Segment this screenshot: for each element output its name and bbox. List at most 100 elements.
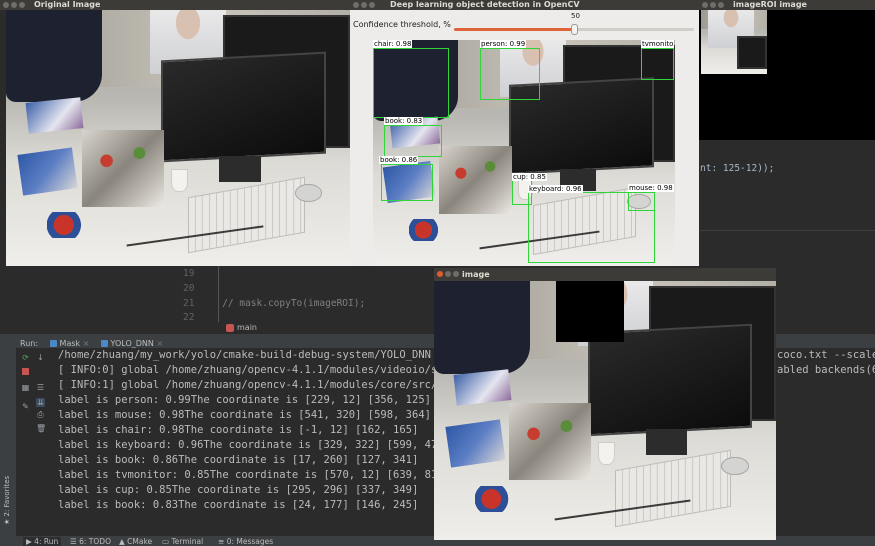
detection-box-book [381, 164, 433, 201]
detection-label: chair: 0.98 [373, 40, 413, 48]
bottom-tab-run[interactable]: ▶ 4: Run [23, 537, 62, 546]
tab-label: 4: Run [34, 537, 59, 546]
trackbar-value: 50 [571, 12, 580, 20]
tab-label: 0: Messages [226, 537, 274, 546]
minimize-icon[interactable] [710, 2, 716, 8]
masked-image [434, 281, 776, 540]
minimize-icon[interactable] [361, 2, 367, 8]
editor-separator [700, 230, 875, 231]
detection-frame-image: chair: 0.98 person: 0.99 tvmonito book: … [373, 40, 675, 266]
editor-line: 19 [183, 268, 433, 279]
detection-label: tvmonito [641, 40, 675, 48]
detection-label: cup: 0.85 [512, 173, 547, 181]
detection-box-mouse [628, 191, 655, 211]
pin-icon[interactable]: ✎ [21, 402, 30, 411]
console-line: label is mouse: 0.98The coordinate is [5… [58, 409, 431, 421]
console-line: [ INFO:0] global /home/zhuang/opencv-4.1… [58, 364, 463, 376]
tab-label: CMake [127, 537, 153, 546]
tab-label: Terminal [171, 537, 204, 546]
console-line: label is keyboard: 0.96The coordinate is… [58, 439, 450, 451]
console-line: [ INFO:1] global /home/zhuang/opencv-4.1… [58, 379, 463, 391]
close-icon[interactable] [437, 271, 443, 277]
window-titlebar[interactable]: imageROI image [699, 0, 875, 10]
maximize-icon[interactable] [369, 2, 375, 8]
close-icon[interactable] [3, 2, 9, 8]
bottom-tab-messages[interactable]: ≡ 0: Messages [218, 537, 273, 546]
camera-frame-image [6, 10, 350, 266]
roi-image [701, 10, 767, 74]
console-line: label is chair: 0.98The coordinate is [-… [58, 424, 419, 436]
slider-handle[interactable] [571, 24, 578, 35]
favorites-tab[interactable]: ★ 2: Favorites [3, 465, 13, 525]
editor-line[interactable]: 21 // mask.copyTo(imageROI); [183, 298, 433, 309]
close-icon[interactable]: × [83, 339, 90, 348]
breadcrumb-label: main [237, 323, 257, 332]
detection-window[interactable]: Deep learning object detection in OpenCV… [350, 0, 699, 266]
tab-label: Mask [59, 339, 81, 348]
detection-label: keyboard: 0.96 [528, 185, 583, 193]
editor-line: 20 [183, 283, 433, 294]
run-label: Run: [20, 339, 39, 348]
console-line: label is person: 0.99The coordinate is [… [58, 394, 431, 406]
run-tab-yolo[interactable]: YOLO_DNN × [101, 339, 163, 348]
tab-label: 6: TODO [79, 537, 111, 546]
soft-wrap-icon[interactable]: ↓ [36, 353, 45, 362]
cmake-icon: ▲ [119, 537, 125, 546]
print-icon[interactable]: ⎙ [36, 410, 45, 419]
bottom-tab-cmake[interactable]: ▲ CMake [119, 537, 152, 546]
maximize-icon[interactable] [718, 2, 724, 8]
trackbar-panel: Confidence threshold, % 50 [350, 10, 699, 40]
close-icon[interactable] [353, 2, 359, 8]
favorites-label: 2: Favorites [3, 475, 11, 517]
image-window[interactable]: image [434, 268, 776, 540]
maximize-icon[interactable] [19, 2, 25, 8]
function-icon [226, 323, 234, 332]
cmake-icon [101, 340, 108, 347]
detection-label: book: 0.83 [384, 117, 424, 125]
roi-black-mask [556, 281, 624, 342]
scroll-end-icon[interactable]: ☰ [36, 383, 45, 392]
window-title: imageROI image [733, 0, 807, 9]
cmake-icon [50, 340, 57, 347]
minimize-icon[interactable] [11, 2, 17, 8]
window-titlebar[interactable]: Original Image [0, 0, 350, 10]
slider-fill [454, 28, 574, 31]
trackbar-label: Confidence threshold, % [353, 20, 451, 29]
window-title: Deep learning object detection in OpenCV [390, 0, 580, 9]
confidence-slider[interactable] [454, 24, 694, 35]
console-line: label is tvmonitor: 0.85The coordinate i… [58, 469, 444, 481]
original-image-window[interactable]: Original Image [0, 0, 350, 266]
console-line: label is book: 0.83The coordinate is [24… [58, 499, 419, 511]
console-line: label is book: 0.86The coordinate is [17… [58, 454, 419, 466]
window-title: image [462, 270, 490, 279]
close-icon[interactable] [702, 2, 708, 8]
window-titlebar[interactable]: Deep learning object detection in OpenCV [350, 0, 699, 10]
trash-icon[interactable]: 🗑 [36, 424, 46, 433]
code-comment: // mask.copyTo(imageROI); [222, 298, 366, 309]
bottom-tab-terminal[interactable]: ▭ Terminal [162, 537, 203, 546]
code-fragment: nt: 125-12)); [700, 163, 775, 174]
maximize-icon[interactable] [453, 271, 459, 277]
stop-icon[interactable] [21, 368, 30, 377]
bottom-tab-todo[interactable]: ☰ 6: TODO [70, 537, 111, 546]
tab-label: YOLO_DNN [110, 339, 154, 348]
message-icon: ≡ [218, 537, 225, 546]
detection-box-tvmonitor [641, 48, 674, 80]
detection-label: person: 0.99 [480, 40, 527, 48]
editor-gutter-divider [218, 262, 219, 322]
console-line-tail: abled backends(6, [777, 364, 875, 376]
line-number: 19 [183, 268, 195, 279]
rerun-icon[interactable]: ⟳ [21, 353, 30, 362]
minimize-icon[interactable] [445, 271, 451, 277]
detection-box-chair [373, 48, 449, 118]
image-roi-window[interactable]: imageROI image [699, 0, 875, 140]
breadcrumb[interactable]: main [226, 322, 257, 333]
run-tab-mask[interactable]: Mask × [50, 339, 89, 348]
list-icon: ☰ [70, 537, 77, 546]
window-titlebar[interactable]: image [434, 268, 776, 281]
layout-icon[interactable]: ▦ [21, 383, 30, 392]
filter-icon[interactable]: ⇊ [36, 398, 45, 407]
console-line: /home/zhuang/my_work/yolo/cmake-build-de… [58, 349, 463, 361]
close-icon[interactable]: × [156, 339, 163, 348]
line-number: 22 [183, 312, 195, 323]
